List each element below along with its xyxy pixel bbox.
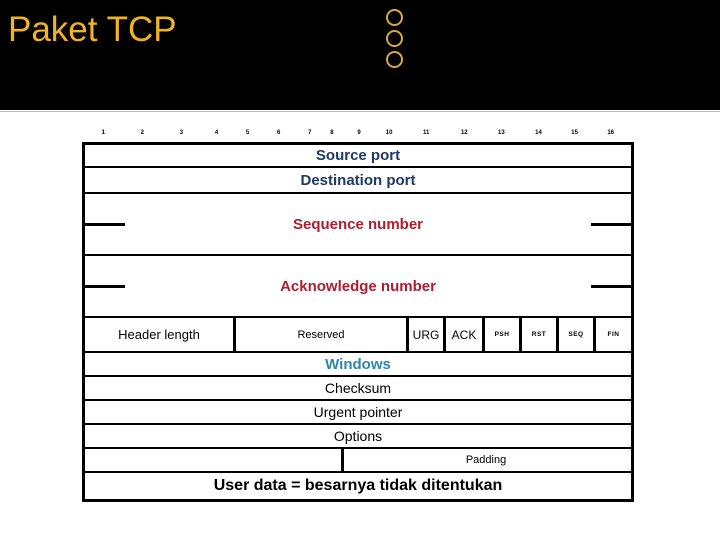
header-length-label: Header length	[118, 327, 200, 342]
reserved-label: Reserved	[297, 328, 345, 341]
packet-row-source-port: Source port	[85, 142, 631, 168]
padding-label: Padding	[465, 454, 507, 466]
packet-row-destination-port: Destination port	[85, 168, 631, 194]
three-circles-icon	[386, 6, 412, 72]
sequence-tick-right	[591, 223, 631, 226]
source-port-label: Source port	[315, 147, 401, 164]
tcp-packet-diagram: Source port Destination port Sequence nu…	[82, 142, 634, 502]
ruler-tick-15: 15	[571, 130, 578, 136]
ruler-tick-10: 10	[385, 130, 393, 136]
flag-fin-label: FIN	[607, 330, 620, 338]
flag-urg-label: URG	[412, 327, 440, 342]
flag-ack-label: ACK	[451, 327, 477, 342]
circle-icon-3	[386, 51, 403, 68]
ruler-tick-12: 12	[460, 130, 468, 136]
cell-padding-empty	[85, 449, 344, 471]
sequence-number-label: Sequence number	[292, 215, 424, 233]
slide-header-bar: Paket TCP	[0, 0, 720, 110]
packet-row-sequence-number: Sequence number	[85, 194, 631, 256]
ruler-tick-3: 3	[179, 130, 184, 136]
packet-row-user-data: User data = besarnya tidak ditentukan	[85, 473, 631, 502]
packet-row-windows: Windows	[85, 353, 631, 377]
ruler-tick-5: 5	[245, 130, 250, 136]
header-divider	[0, 111, 720, 112]
cell-flag-psh: PSH	[485, 318, 522, 351]
ruler-tick-14: 14	[535, 130, 542, 136]
windows-label: Windows	[325, 355, 391, 373]
cell-reserved: Reserved	[236, 318, 409, 351]
ruler-tick-2: 2	[140, 130, 144, 136]
acknowledge-tick-right	[591, 285, 631, 288]
cell-flag-rst: RST	[522, 318, 559, 351]
ruler-tick-4: 4	[214, 130, 219, 136]
user-data-label: User data = besarnya tidak ditentukan	[213, 477, 503, 494]
ruler-tick-9: 9	[357, 130, 361, 136]
packet-row-acknowledge-number: Acknowledge number	[85, 256, 631, 318]
bit-ruler: 1 2 3 4 5 6 7 8 9 10 11 12 13 14 15 16	[82, 129, 628, 141]
packet-row-flags: Header length Reserved URG ACK PSH RST S…	[85, 318, 631, 353]
acknowledge-number-label: Acknowledge number	[280, 277, 436, 295]
ruler-tick-11: 11	[423, 130, 430, 136]
circle-icon-1	[386, 9, 403, 26]
cell-flag-fin: FIN	[596, 318, 631, 351]
destination-port-label: Destination port	[300, 171, 416, 189]
cell-padding: Padding	[344, 449, 628, 471]
packet-row-options: Options	[85, 425, 631, 449]
flag-rst-label: RST	[531, 330, 547, 338]
packet-row-padding: Padding	[85, 449, 631, 473]
cell-flag-ack: ACK	[446, 318, 485, 351]
ruler-tick-16: 16	[607, 130, 615, 136]
urgent-pointer-label: Urgent pointer	[313, 404, 403, 420]
sequence-tick-left	[85, 223, 125, 226]
ruler-tick-1: 1	[101, 130, 105, 136]
circle-icon-2	[386, 30, 403, 47]
options-label: Options	[333, 428, 383, 444]
flag-seq-label: SEQ	[568, 330, 584, 338]
cell-flag-urg: URG	[409, 318, 446, 351]
checksum-label: Checksum	[324, 380, 392, 396]
flag-psh-label: PSH	[494, 330, 510, 338]
page-title: Paket TCP	[8, 10, 177, 49]
packet-row-urgent-pointer: Urgent pointer	[85, 401, 631, 425]
packet-row-checksum: Checksum	[85, 377, 631, 401]
ruler-tick-13: 13	[498, 130, 505, 136]
cell-flag-seq: SEQ	[559, 318, 596, 351]
cell-header-length: Header length	[85, 318, 236, 351]
acknowledge-tick-left	[85, 285, 125, 288]
ruler-tick-6: 6	[277, 130, 281, 136]
